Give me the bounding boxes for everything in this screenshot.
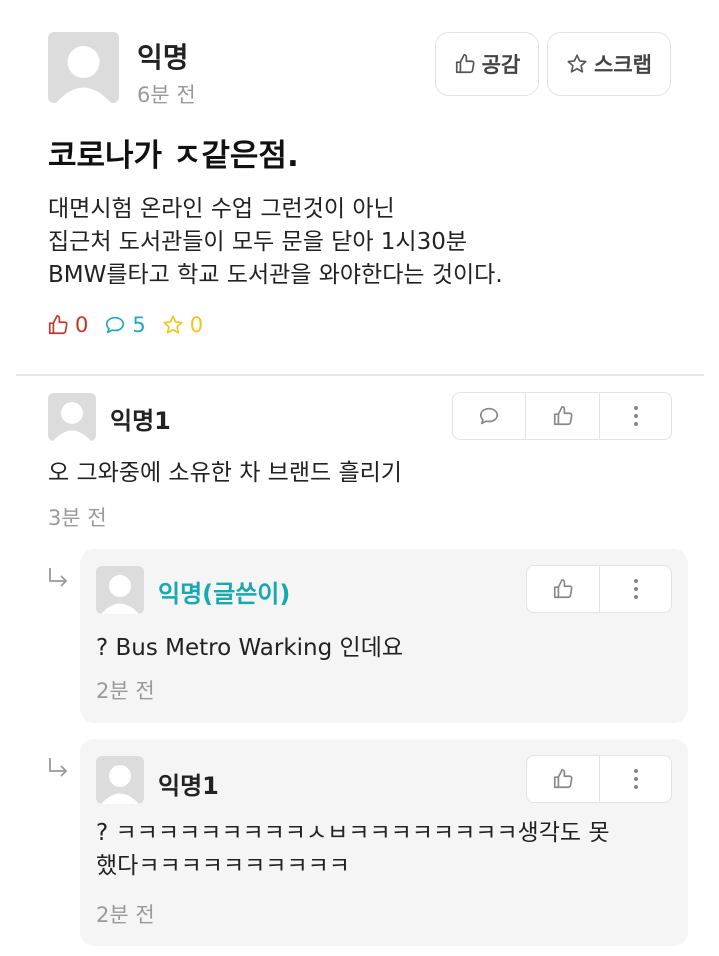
scrap-count-icon xyxy=(163,315,183,334)
reply-text: ? Bus Metro Warking 인데요 xyxy=(96,635,404,661)
reply-arrow-icon xyxy=(49,758,68,777)
section-divider xyxy=(16,374,704,376)
reply-actions xyxy=(526,755,672,803)
thumbs-up-icon xyxy=(553,579,573,599)
reply-text: ? ㅋㅋㅋㅋㅋㅋㅋㅋㅋㅅㅂㅋㅋㅋㅋㅋㅋㅋㅋ생각도 못 했다ㅋㅋㅋㅋㅋㅋㅋㅋㅋㅋ xyxy=(96,817,610,883)
reply-avatar xyxy=(96,756,144,804)
post-body-line: BMW를타고 학교 도서관을 와야한다는 것이다. xyxy=(48,262,503,288)
like-button-label: 공감 xyxy=(481,53,521,77)
post-body-line: 집근처 도서관들이 모두 문을 닫아 1시30분 xyxy=(48,229,468,255)
post-body: 대면시험 온라인 수업 그런것이 아닌 집근처 도서관들이 모두 문을 닫아 1… xyxy=(48,193,503,292)
comment-avatar xyxy=(48,393,96,441)
reply-button[interactable] xyxy=(453,393,525,439)
scrap-count: 0 xyxy=(189,313,204,337)
reply-time: 2분 전 xyxy=(96,903,155,927)
comment-text: 오 그와중에 소유한 차 브랜드 흘리기 xyxy=(48,460,402,486)
like-button[interactable]: 공감 xyxy=(435,32,539,96)
reply-avatar xyxy=(96,566,144,614)
thumbs-up-icon xyxy=(553,769,573,789)
reply-arrow-icon xyxy=(49,568,68,587)
comment-actions xyxy=(452,392,672,440)
post-time: 6분 전 xyxy=(137,83,196,107)
comment-author: 익명1 xyxy=(110,407,171,435)
thumbs-up-icon xyxy=(455,54,475,74)
more-options-button[interactable] xyxy=(599,393,671,439)
post-author-avatar xyxy=(48,32,119,103)
reply-card: 익명(글쓴이) ? Bus Metro Warking 인데요 2분 전 xyxy=(80,549,688,723)
reply-author: 익명1 xyxy=(158,772,219,800)
reply-actions xyxy=(526,565,672,613)
more-vertical-icon xyxy=(633,769,638,789)
comment-like-button[interactable] xyxy=(525,393,599,439)
reply-like-button[interactable] xyxy=(527,566,599,612)
comment-count-icon xyxy=(106,316,125,334)
scrap-button[interactable]: 스크랩 xyxy=(547,32,671,96)
reply-card: 익명1 ? ㅋㅋㅋㅋㅋㅋㅋㅋㅋㅅㅂㅋㅋㅋㅋㅋㅋㅋㅋ생각도 못 했다ㅋㅋㅋㅋㅋㅋㅋ… xyxy=(80,739,688,946)
like-count: 0 xyxy=(75,313,89,337)
post-stats: 0 5 0 xyxy=(47,313,203,337)
speech-bubble-icon xyxy=(479,407,499,425)
more-vertical-icon xyxy=(633,579,638,599)
post-author-name: 익명 xyxy=(137,41,189,74)
post-body-line: 대면시험 온라인 수업 그런것이 아닌 xyxy=(48,196,395,222)
reply-time: 2분 전 xyxy=(96,679,155,703)
scrap-button-label: 스크랩 xyxy=(594,53,652,77)
star-icon xyxy=(567,54,587,73)
like-count-icon xyxy=(48,315,68,335)
reply-more-options-button[interactable] xyxy=(599,566,671,612)
reply-text-line: ? ㅋㅋㅋㅋㅋㅋㅋㅋㅋㅅㅂㅋㅋㅋㅋㅋㅋㅋㅋ생각도 못 xyxy=(96,820,610,846)
reply-text-line: 했다ㅋㅋㅋㅋㅋㅋㅋㅋㅋㅋ xyxy=(96,853,350,879)
more-vertical-icon xyxy=(633,406,638,426)
reply-more-options-button[interactable] xyxy=(599,756,671,802)
reply-author-writer: 익명(글쓴이) xyxy=(158,580,291,608)
reply-like-button[interactable] xyxy=(527,756,599,802)
post-title: 코로나가 ㅈ같은점. xyxy=(48,138,299,174)
comment-time: 3분 전 xyxy=(48,506,107,530)
thumbs-up-icon xyxy=(553,406,573,426)
comment-count: 5 xyxy=(132,313,146,337)
